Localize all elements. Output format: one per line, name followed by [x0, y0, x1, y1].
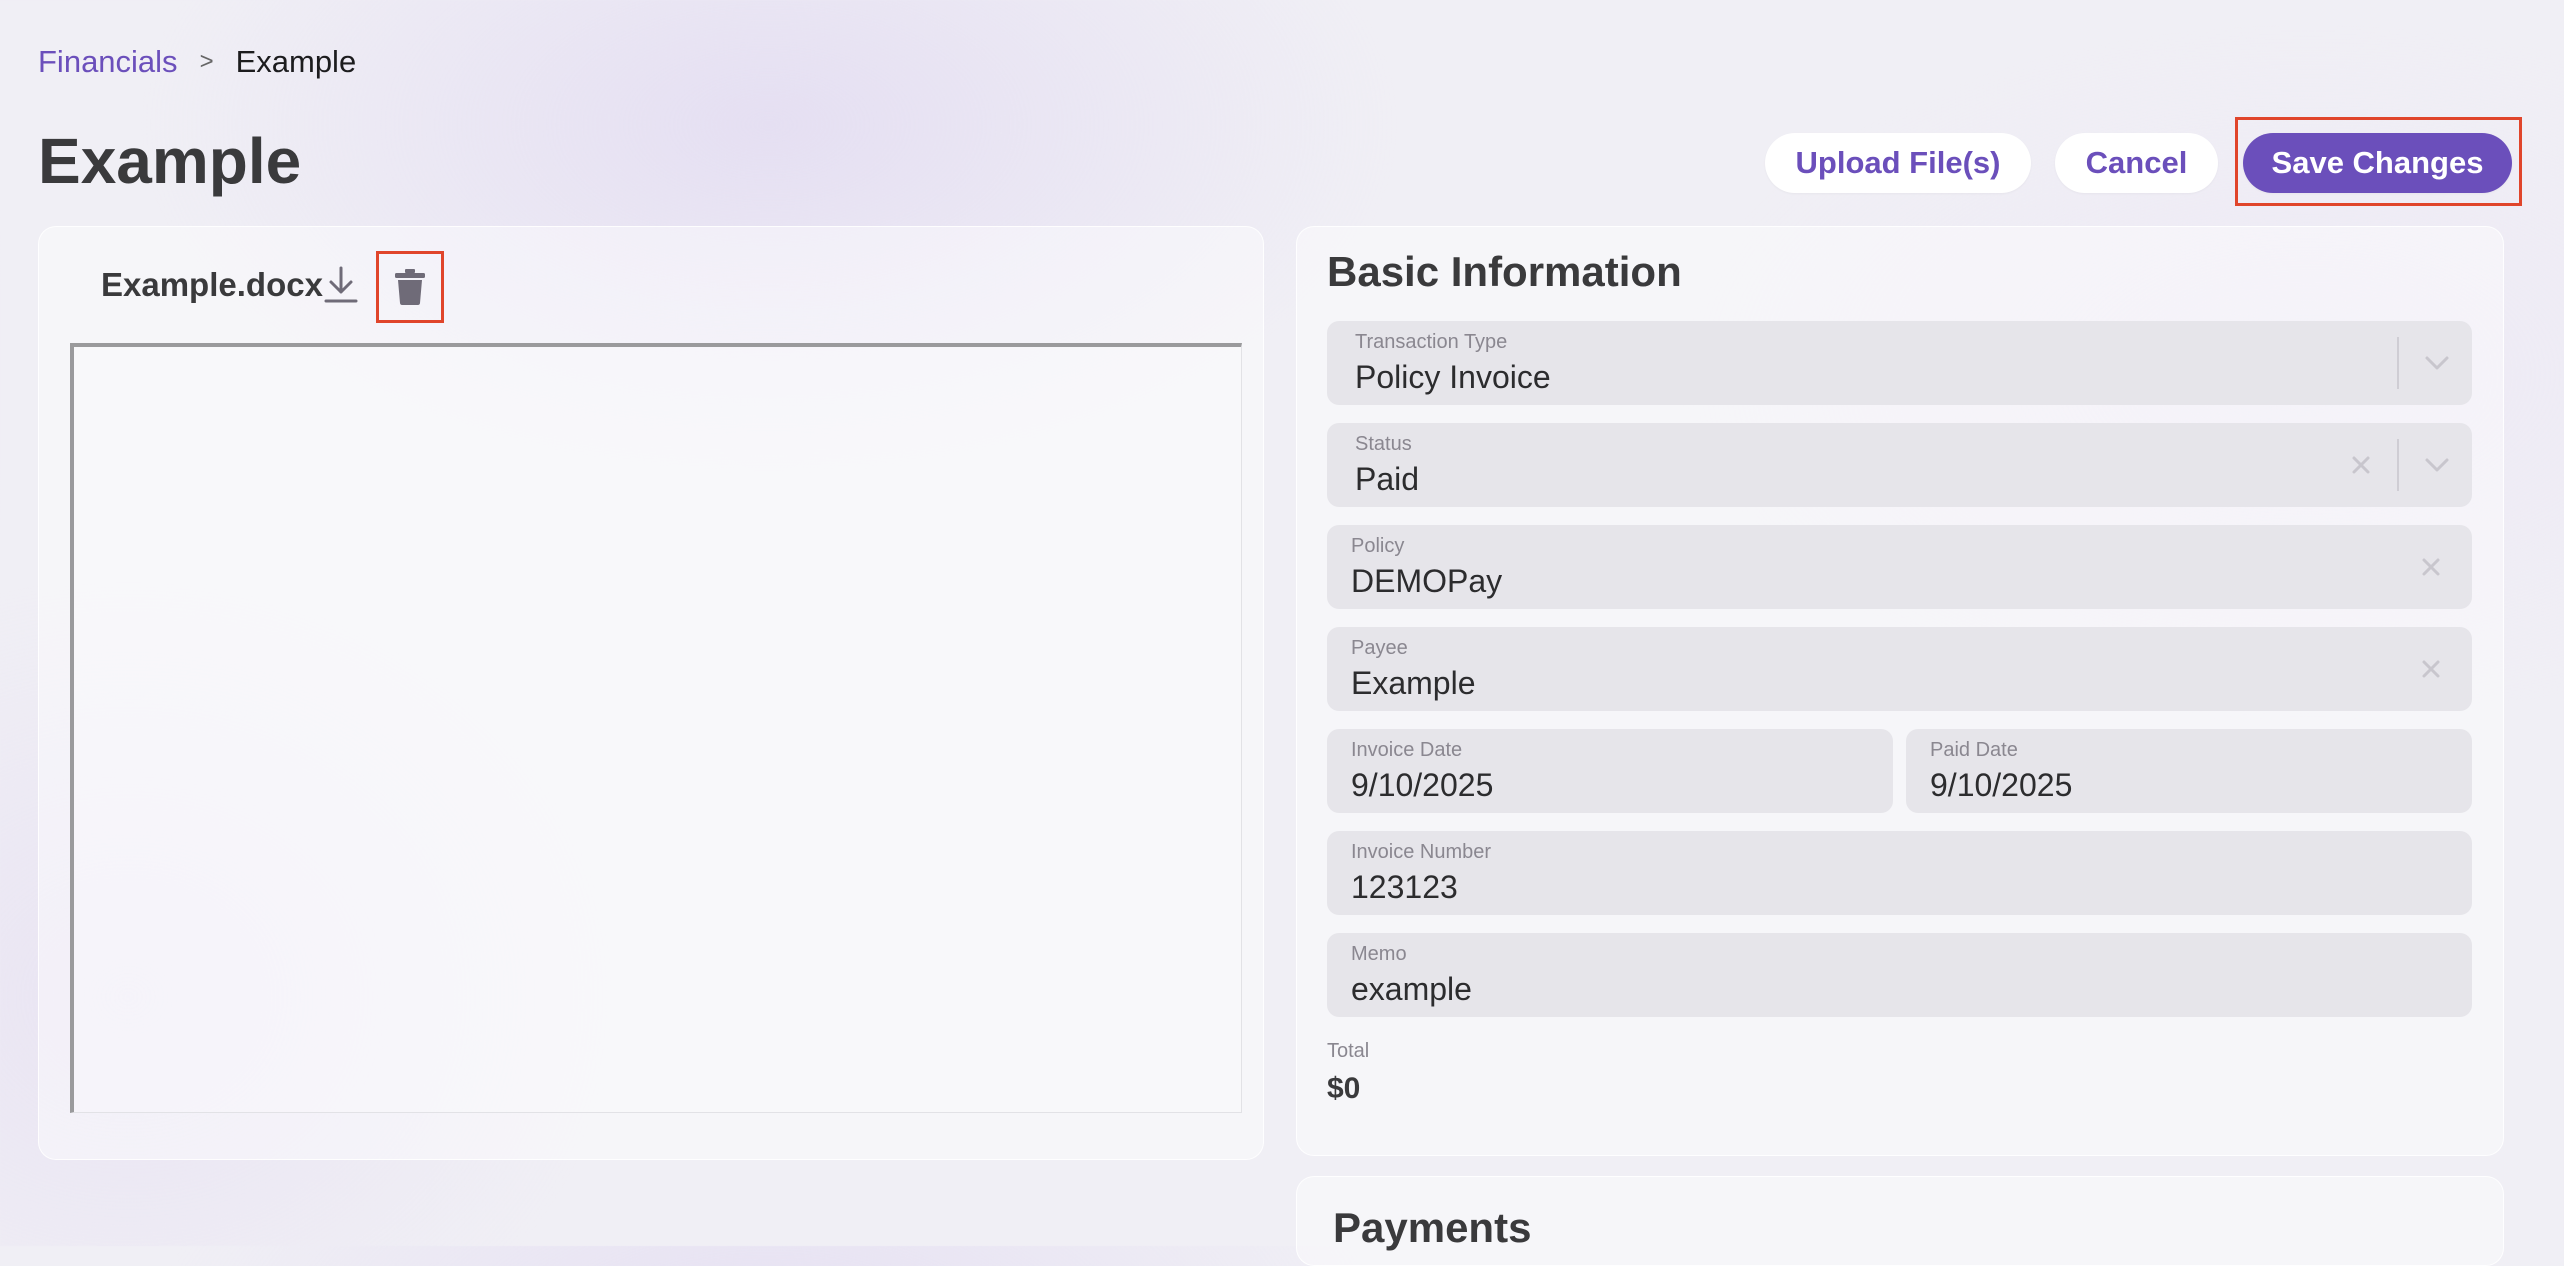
payee-value: Example: [1351, 665, 1476, 701]
select-divider: [2397, 439, 2399, 491]
transaction-type-select[interactable]: Transaction Type Policy Invoice: [1327, 321, 2472, 405]
paid-date-label: Paid Date: [1930, 739, 2018, 761]
transaction-type-value: Policy Invoice: [1355, 359, 1551, 395]
clear-icon[interactable]: [2341, 445, 2381, 485]
invoice-number-field[interactable]: Invoice Number 123123: [1327, 831, 2472, 915]
document-viewer[interactable]: [70, 343, 1242, 1113]
memo-value: example: [1351, 971, 1472, 1007]
trash-icon[interactable]: [386, 262, 434, 312]
payee-label: Payee: [1351, 637, 1408, 659]
memo-label: Memo: [1351, 943, 1407, 965]
breadcrumb-current: Example: [235, 44, 357, 79]
memo-field[interactable]: Memo example: [1327, 933, 2472, 1017]
download-icon[interactable]: [320, 262, 362, 308]
chevron-down-icon[interactable]: [2417, 343, 2457, 383]
paid-date-value: 9/10/2025: [1930, 767, 2073, 803]
policy-field[interactable]: Policy DEMOPay: [1327, 525, 2472, 609]
invoice-date-value: 9/10/2025: [1351, 767, 1494, 803]
cancel-button[interactable]: Cancel: [2055, 133, 2218, 193]
breadcrumb-link-financials[interactable]: Financials: [38, 44, 178, 80]
select-divider: [2397, 337, 2399, 389]
payee-field[interactable]: Payee Example: [1327, 627, 2472, 711]
chevron-down-icon[interactable]: [2417, 445, 2457, 485]
breadcrumb: Financials > Example: [38, 42, 356, 82]
invoice-number-label: Invoice Number: [1351, 841, 1492, 863]
paid-date-field[interactable]: Paid Date 9/10/2025: [1906, 729, 2472, 813]
total-value: $0: [1327, 1072, 1361, 1105]
breadcrumb-separator: >: [199, 48, 214, 75]
save-changes-button[interactable]: Save Changes: [2243, 133, 2512, 193]
status-select[interactable]: Status Paid: [1327, 423, 2472, 507]
total-label: Total: [1327, 1040, 1370, 1062]
page-title: Example: [38, 125, 302, 197]
invoice-number-value: 123123: [1351, 869, 1458, 905]
status-value: Paid: [1355, 461, 1420, 497]
payments-title: Payments: [1333, 1204, 1532, 1251]
status-label: Status: [1355, 433, 1412, 455]
file-name: Example.docx: [101, 266, 323, 303]
upload-files-button[interactable]: Upload File(s): [1765, 133, 2031, 193]
clear-icon[interactable]: [2411, 547, 2451, 587]
invoice-date-label: Invoice Date: [1351, 739, 1463, 761]
basic-information-title: Basic Information: [1327, 248, 1682, 295]
invoice-date-field[interactable]: Invoice Date 9/10/2025: [1327, 729, 1893, 813]
policy-value: DEMOPay: [1351, 563, 1503, 599]
transaction-type-label: Transaction Type: [1355, 331, 1508, 353]
policy-label: Policy: [1351, 535, 1405, 557]
clear-icon[interactable]: [2411, 649, 2451, 689]
